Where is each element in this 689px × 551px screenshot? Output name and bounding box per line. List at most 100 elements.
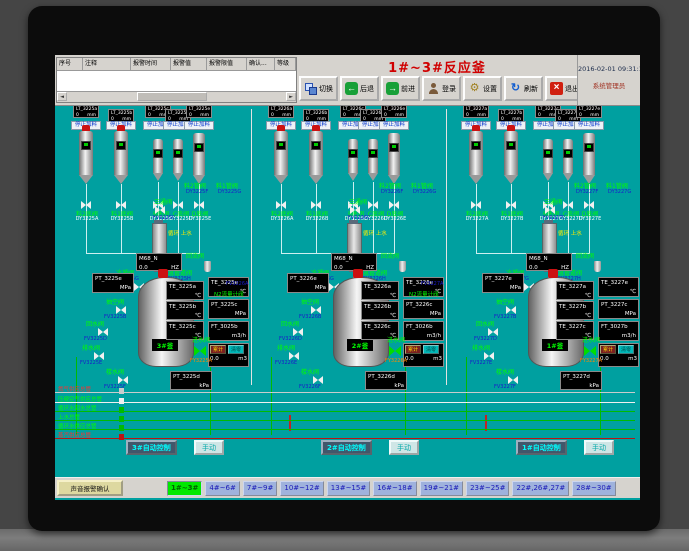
return-water-valve-icon[interactable] xyxy=(488,328,498,336)
scroll-left-icon[interactable]: ◄ xyxy=(57,92,67,101)
scroll-right-icon[interactable]: ► xyxy=(286,92,296,101)
three-way-valve-icon[interactable] xyxy=(155,206,165,214)
motor-tag: M68_N xyxy=(334,255,374,264)
manual-control-button[interactable]: 手动 xyxy=(194,440,224,455)
reactor-range-button[interactable]: 4#~6# xyxy=(205,481,240,496)
building-water-valve-icon[interactable] xyxy=(313,376,323,384)
drain-valve-icon[interactable] xyxy=(289,352,299,360)
building-water-valve-icon[interactable] xyxy=(508,376,518,384)
drain-valve-icon[interactable] xyxy=(94,352,104,360)
toolbar-buttons: 切换 后退 前进 登录 xyxy=(299,76,624,101)
tank-cone xyxy=(348,173,358,181)
tank-bottom-valve-icon[interactable] xyxy=(563,201,573,209)
tank-bottom-valve-icon[interactable] xyxy=(173,201,183,209)
tank-bottom-valve-icon[interactable] xyxy=(389,201,399,209)
pressure-tag: PT_3225e xyxy=(95,275,131,284)
tank-cone xyxy=(563,173,573,181)
vacuum-valve-label: 抽空阀 xyxy=(301,297,319,306)
tank-bottom-valve-icon[interactable] xyxy=(194,201,204,209)
return-water-valve-tag: FV3225D xyxy=(84,336,107,342)
tank-bottom-valve-icon[interactable] xyxy=(116,201,126,209)
building-water-valve-icon[interactable] xyxy=(118,376,128,384)
reactor-range-button[interactable]: 22#,26#,27# xyxy=(512,481,569,496)
reactor-label: 3#釜 xyxy=(152,339,178,351)
three-way-valve-icon[interactable] xyxy=(350,206,360,214)
sound-alarm-ack-button[interactable]: 声音报警确认 xyxy=(57,480,123,496)
switch-button[interactable]: 切换 xyxy=(299,76,338,101)
manual-control-button[interactable]: 手动 xyxy=(584,440,614,455)
reactor-range-button[interactable]: 10#~12# xyxy=(280,481,323,496)
tank-bottom-valve-icon[interactable] xyxy=(471,201,481,209)
reactor-range-button[interactable]: 28#~30# xyxy=(572,481,615,496)
alarm-column-header: 注释 xyxy=(83,58,131,70)
stop-feed-button[interactable]: 停止加料 xyxy=(184,121,214,130)
alarm-table-scrollbar[interactable]: ◄ ► xyxy=(57,91,296,102)
reactor-range-button[interactable]: 16#~18# xyxy=(373,481,416,496)
settings-button[interactable]: 设置 xyxy=(463,76,502,101)
reset-button[interactable]: 清零 xyxy=(423,345,439,354)
tank-cone xyxy=(153,173,163,181)
temperature-display: TE_3227b ℃ xyxy=(556,301,594,320)
tank-bottom-valve-icon[interactable] xyxy=(506,201,516,209)
vacuum-valve-icon[interactable] xyxy=(311,306,321,314)
tank-bottom-valve-icon[interactable] xyxy=(584,201,594,209)
temp-tag: TE_3225c xyxy=(169,323,201,332)
stop-feed-button[interactable]: 停止加料 xyxy=(379,121,409,130)
reactor-range-button[interactable]: 19#~21# xyxy=(420,481,463,496)
alarm-column-header: 序号 xyxy=(57,58,83,70)
manual-control-button[interactable]: 手动 xyxy=(389,440,419,455)
return-water-valve-icon[interactable] xyxy=(98,328,108,336)
scrollbar-track[interactable] xyxy=(67,92,286,102)
pressure-tag: PT_3227e xyxy=(485,275,521,284)
totalizer-button[interactable]: 累计 xyxy=(210,345,226,354)
tank-bottom-valve-icon[interactable] xyxy=(81,201,91,209)
water-inlet-valve-icon[interactable] xyxy=(389,346,401,356)
refresh-button[interactable]: 刷新 xyxy=(504,76,543,101)
back-button[interactable]: 后退 xyxy=(340,76,379,101)
drain-valve-icon[interactable] xyxy=(484,352,494,360)
stop-feed-button[interactable]: 停止加料 xyxy=(574,121,604,130)
vacuum-valve-icon[interactable] xyxy=(116,306,126,314)
temp-tag: TE_3226a xyxy=(364,283,396,292)
reactor-label: 1#釜 xyxy=(542,339,568,351)
reactor-range-button[interactable]: 13#~15# xyxy=(327,481,370,496)
tank-bottom-valve-icon[interactable] xyxy=(368,201,378,209)
pressure-display: PT_3227d kPa xyxy=(560,371,602,390)
catchpot xyxy=(594,261,601,272)
reactor-range-buttons: 1#~3#4#~6#7#~9#10#~12# 13#~15#16#~18# 19#~… xyxy=(167,481,616,496)
temp-unit: ℃ xyxy=(390,312,396,320)
reactor-range-button[interactable]: 1#~3# xyxy=(167,481,202,496)
tank-display-unit: mm xyxy=(200,113,209,118)
login-button[interactable]: 登录 xyxy=(422,76,461,101)
scrollbar-thumb[interactable] xyxy=(137,92,207,101)
tank-cone xyxy=(309,175,323,184)
tank-bottom-valve-icon[interactable] xyxy=(311,201,321,209)
tank-bottom-valve-icon[interactable] xyxy=(276,201,286,209)
reset-button[interactable]: 清零 xyxy=(228,345,244,354)
water-inlet-valve-icon[interactable] xyxy=(584,346,596,356)
vacuum-valve-icon[interactable] xyxy=(506,306,516,314)
tank-cone xyxy=(504,175,518,184)
reactor-label: 2#釜 xyxy=(347,339,373,351)
pressure-display: PT_3226c MPa xyxy=(403,299,444,319)
reactor-range-button[interactable]: 7#~9# xyxy=(243,481,278,496)
feed-tank xyxy=(583,133,595,175)
vacuum-valve-tag: FV3226B xyxy=(299,314,321,320)
three-way-valve-icon[interactable] xyxy=(545,206,555,214)
alarm-column-header: 等级 xyxy=(275,58,296,70)
totalizer-button[interactable]: 累计 xyxy=(600,345,616,354)
totalizer-button[interactable]: 累计 xyxy=(405,345,421,354)
auto-control-button[interactable]: 1#自动控制 xyxy=(516,440,567,455)
forward-button[interactable]: 前进 xyxy=(381,76,420,101)
auto-control-button[interactable]: 3#自动控制 xyxy=(126,440,177,455)
reset-button[interactable]: 清零 xyxy=(618,345,634,354)
tank-cone xyxy=(79,175,93,184)
return-water-valve-icon[interactable] xyxy=(293,328,303,336)
back-label: 后退 xyxy=(360,84,374,94)
return-water-valve-tag: FV3226D xyxy=(279,336,302,342)
tank-cap xyxy=(472,125,480,131)
auto-control-button[interactable]: 2#自动控制 xyxy=(321,440,372,455)
reactor-range-button[interactable]: 23#~25# xyxy=(466,481,509,496)
water-inlet-valve-icon[interactable] xyxy=(194,346,206,356)
valve-tag: DY3226A xyxy=(262,216,302,222)
